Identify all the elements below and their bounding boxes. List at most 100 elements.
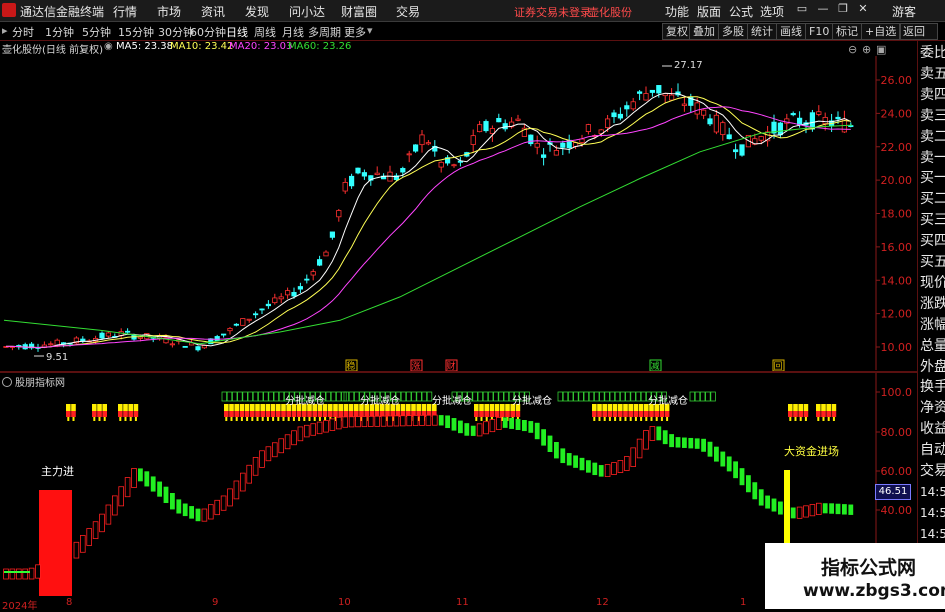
yellow-tick bbox=[129, 417, 132, 421]
yellow-block bbox=[239, 404, 245, 411]
osc-bar-up bbox=[233, 480, 240, 500]
candle-body bbox=[560, 142, 566, 148]
green-box bbox=[411, 391, 417, 402]
osc-bar-up bbox=[207, 504, 214, 520]
yellow-block bbox=[821, 404, 826, 411]
legend-settings-icon[interactable]: ◉ bbox=[104, 41, 113, 52]
red-block bbox=[348, 411, 354, 417]
candle-body bbox=[99, 332, 105, 339]
osc-bar-up bbox=[118, 486, 125, 507]
candle-body bbox=[726, 134, 732, 140]
yellow-tick bbox=[608, 417, 611, 421]
chart-minus-icon[interactable]: ⊖ bbox=[848, 43, 857, 56]
osc-bar-up bbox=[399, 415, 406, 427]
kline-chart[interactable]: 26.00 24.00 22.00 20.00 18.00 16.00 14.00 12.00… bbox=[0, 0, 917, 609]
yellow-tick bbox=[660, 417, 663, 421]
candle-body bbox=[656, 85, 662, 94]
osc-bar-up bbox=[412, 415, 419, 427]
green-box bbox=[588, 391, 595, 402]
yellow-tick bbox=[313, 417, 316, 421]
green-box bbox=[421, 391, 427, 402]
red-block bbox=[281, 411, 286, 417]
yellow-block bbox=[244, 404, 250, 411]
osc-bar-up bbox=[35, 564, 41, 579]
candle-body bbox=[605, 118, 611, 128]
candle-body bbox=[297, 286, 304, 290]
candle-body bbox=[425, 142, 432, 145]
indicator-toggle-icon[interactable] bbox=[2, 377, 12, 387]
osc-bar-up bbox=[406, 415, 412, 427]
osc-bar-up bbox=[617, 460, 624, 473]
yellow-tick bbox=[266, 417, 269, 421]
chart-lock-icon[interactable]: ▣ bbox=[876, 43, 886, 56]
legend-ma20: MA20: 23.03 bbox=[229, 41, 293, 52]
candle-body bbox=[720, 122, 726, 136]
sidebar-label: 14:55 bbox=[920, 484, 945, 499]
red-block bbox=[821, 411, 826, 417]
chart-plus-icon[interactable]: ⊕ bbox=[862, 43, 871, 56]
red-block bbox=[276, 411, 281, 417]
osc-bar-down bbox=[515, 418, 521, 430]
osc-bar-down bbox=[662, 430, 668, 445]
candle-body bbox=[227, 327, 233, 332]
yellow-block bbox=[592, 404, 597, 411]
red-block bbox=[654, 411, 659, 417]
red-block bbox=[66, 411, 71, 417]
yellow-block bbox=[479, 404, 484, 411]
red-block bbox=[102, 411, 107, 417]
osc-bar-up bbox=[105, 504, 112, 525]
indicator-current-value: 46.51 bbox=[875, 484, 911, 500]
candle-body bbox=[669, 94, 675, 101]
date-tick: 2024年 bbox=[2, 601, 38, 612]
osc-bar-down bbox=[554, 442, 559, 459]
red-block bbox=[659, 411, 665, 417]
osc-bar-up bbox=[611, 462, 617, 475]
yellow-tick bbox=[645, 417, 648, 421]
osc-bar-down bbox=[669, 434, 674, 448]
reduce-label: 分批减仓 bbox=[432, 394, 472, 407]
osc-bar-down bbox=[675, 437, 681, 448]
osc-bar-down bbox=[157, 481, 162, 497]
osc-bar-up bbox=[342, 416, 348, 428]
green-box bbox=[231, 391, 238, 402]
green-box bbox=[335, 391, 342, 402]
candle-body bbox=[585, 124, 592, 132]
osc-bar-up bbox=[323, 420, 329, 433]
sidebar-label: 卖一 bbox=[920, 149, 945, 166]
red-block bbox=[500, 411, 505, 417]
red-block bbox=[494, 411, 500, 417]
candle-body bbox=[541, 154, 547, 158]
osc-bar-up bbox=[303, 424, 310, 438]
red-block bbox=[484, 411, 489, 417]
price-tick-label: 20.00 bbox=[881, 174, 913, 187]
red-block bbox=[515, 411, 521, 417]
osc-bar-up bbox=[796, 506, 803, 519]
osc-bar-down bbox=[758, 489, 764, 506]
main-in-label: 主力进 bbox=[41, 465, 74, 478]
green-box bbox=[348, 391, 355, 402]
low-price-label: 9.51 bbox=[46, 352, 68, 363]
osc-bar-up bbox=[316, 421, 323, 435]
green-box bbox=[689, 391, 695, 402]
osc-bar-up bbox=[15, 568, 22, 580]
sidebar-label: 收益 bbox=[920, 421, 945, 438]
legend-ma5: MA5: 23.38 bbox=[116, 41, 174, 52]
sidebar-label: 买五 bbox=[920, 254, 945, 270]
candle-body bbox=[713, 114, 720, 133]
sidebar-label: 买四 bbox=[920, 233, 945, 250]
pane-divider[interactable] bbox=[0, 371, 917, 373]
sidebar-label: 外盘 bbox=[920, 358, 945, 375]
green-box bbox=[278, 391, 285, 402]
yellow-block bbox=[133, 404, 139, 411]
candle-body bbox=[643, 93, 649, 101]
osc-bar-up bbox=[131, 468, 137, 488]
yellow-tick bbox=[298, 417, 301, 421]
date-tick: 1 bbox=[740, 597, 747, 608]
watermark: 指标公式网 www.zbgs3.com bbox=[765, 543, 945, 609]
yellow-block bbox=[265, 404, 271, 411]
date-tick: 10 bbox=[338, 597, 351, 608]
yellow-tick bbox=[318, 417, 321, 421]
red-block bbox=[133, 411, 139, 417]
yellow-tick bbox=[98, 417, 101, 421]
red-block bbox=[628, 411, 633, 417]
